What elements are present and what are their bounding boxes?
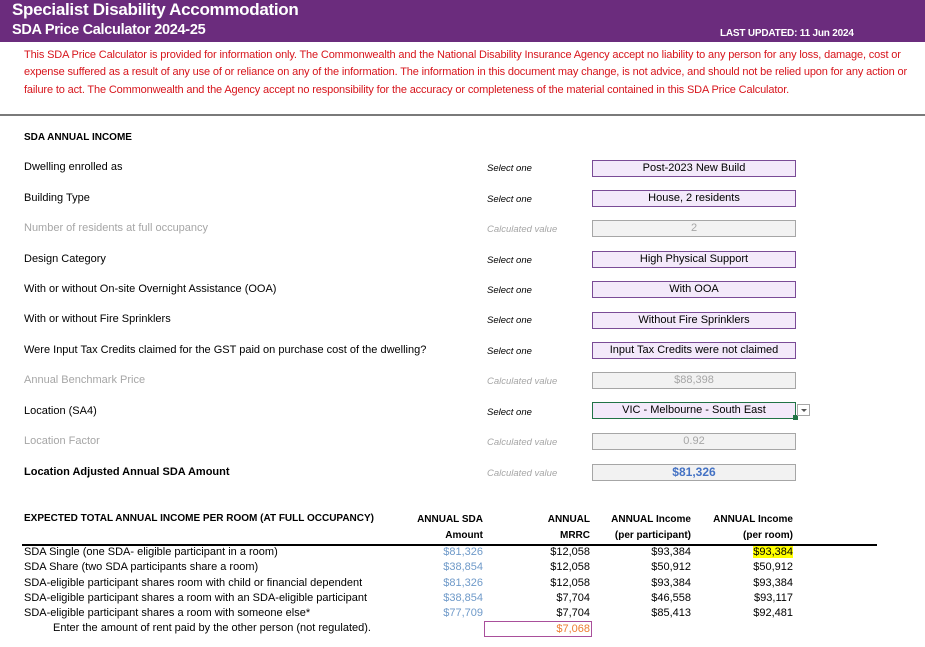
disclaimer-text: This SDA Price Calculator is provided fo…	[24, 49, 907, 96]
cell-income-per-room: $93,117	[754, 592, 793, 604]
hint-design-category: Select one	[487, 255, 532, 266]
dwelling-enrolled-select[interactable]: Post-2023 New Build	[592, 160, 796, 177]
row-label: SDA-eligible participant shares room wit…	[24, 577, 363, 589]
cell-annual-sda: $38,854	[443, 592, 483, 604]
cell-annual-sda: $81,326	[443, 577, 483, 589]
col-header-line1: ANNUAL SDA	[417, 514, 483, 525]
label-annual-benchmark-price: Annual Benchmark Price	[24, 374, 146, 386]
col-header-line1: ANNUAL Income	[611, 514, 691, 525]
row-label: SDA Share (two SDA participants share a …	[24, 561, 259, 573]
section-title-annual-income: SDA ANNUAL INCOME	[24, 132, 132, 143]
cell-annual-mrrc: $12,058	[550, 577, 590, 589]
cell-income-per-participant: $50,912	[651, 561, 691, 573]
fire-sprinklers-select[interactable]: Without Fire Sprinklers	[592, 312, 796, 329]
annual-benchmark-price-value: $88,398	[592, 372, 796, 389]
label-input-tax-credits: Were Input Tax Credits claimed for the G…	[24, 344, 427, 356]
app-subtitle: SDA Price Calculator 2024-25	[12, 22, 206, 38]
cell-annual-sda: $38,854	[443, 561, 483, 573]
hint-ooa: Select one	[487, 285, 532, 296]
input-tax-credits-select[interactable]: Input Tax Credits were not claimed	[592, 342, 796, 359]
hint-annual-benchmark-price: Calculated value	[487, 376, 558, 387]
app-title: Specialist Disability Accommodation	[12, 0, 299, 19]
cell-income-per-participant: $46,558	[651, 592, 691, 604]
cell-annual-mrrc: $7,704	[556, 607, 590, 619]
cell-annual-mrrc: $12,058	[550, 561, 590, 573]
cell-annual-mrrc: $7,704	[556, 592, 590, 604]
label-design-category: Design Category	[24, 253, 106, 265]
hint-location-factor: Calculated value	[487, 437, 558, 448]
highlighted-value: $93,384	[753, 546, 793, 558]
hint-building-type: Select one	[487, 194, 532, 205]
cell-annual-mrrc: $12,058	[550, 546, 590, 558]
cell-income-per-participant: $85,413	[651, 607, 691, 619]
hint-number-of-residents: Calculated value	[487, 224, 558, 235]
building-type-select[interactable]: House, 2 residents	[592, 190, 796, 207]
label-location-factor: Location Factor	[24, 435, 100, 447]
cell-income-per-participant: $93,384	[651, 577, 691, 589]
divider	[0, 114, 925, 116]
hint-dwelling-enrolled: Select one	[487, 163, 532, 174]
other-person-rent-input[interactable]: $7,068	[484, 621, 592, 637]
table-title: EXPECTED TOTAL ANNUAL INCOME PER ROOM (A…	[24, 513, 375, 524]
row-label: SDA-eligible participant shares a room w…	[24, 607, 311, 619]
cell-income-per-room: $92,481	[753, 607, 793, 619]
cell-income-per-room: $50,912	[753, 561, 793, 573]
col-header-line1: ANNUAL	[547, 514, 590, 525]
row-label: SDA-eligible participant shares a room w…	[24, 592, 367, 604]
header-banner: Specialist Disability Accommodation SDA …	[0, 0, 925, 42]
cell-annual-sda: $81,326	[443, 546, 483, 558]
chevron-down-icon[interactable]	[797, 404, 810, 416]
label-number-of-residents: Number of residents at full occupancy	[24, 222, 209, 234]
cell-annual-sda: $77,709	[443, 607, 483, 619]
ooa-select[interactable]: With OOA	[592, 281, 796, 298]
cell-income-per-room: $93,384	[700, 545, 793, 561]
label-ooa: With or without On-site Overnight Assist…	[24, 283, 277, 295]
last-updated: LAST UPDATED: 11 Jun 2024	[720, 28, 854, 39]
hint-location-adjusted-amount: Calculated value	[487, 468, 558, 479]
location-factor-value: 0.92	[592, 433, 796, 450]
rent-note: Enter the amount of rent paid by the oth…	[53, 622, 371, 634]
cell-income-per-room: $93,384	[753, 577, 793, 589]
label-location-adjusted-amount: Location Adjusted Annual SDA Amount	[24, 466, 230, 478]
cell-income-per-participant: $93,384	[651, 546, 691, 558]
location-adjusted-amount-value: $81,326	[592, 464, 796, 481]
col-header-line2: MRRC	[560, 530, 590, 541]
col-header-income-per-room: ANNUAL Income (per room)	[700, 512, 793, 544]
design-category-select[interactable]: High Physical Support	[592, 251, 796, 268]
row-label: SDA Single (one SDA- eligible participan…	[24, 546, 278, 558]
label-dwelling-enrolled: Dwelling enrolled as	[24, 161, 123, 173]
hint-input-tax-credits: Select one	[487, 346, 532, 357]
location-sa4-select[interactable]: VIC - Melbourne - South East	[592, 402, 796, 419]
col-header-line1: ANNUAL Income	[713, 514, 793, 525]
col-header-line2: (per participant)	[614, 530, 691, 541]
col-header-line2: Amount	[445, 530, 483, 541]
hint-location-sa4: Select one	[487, 407, 532, 418]
col-header-income-per-participant: ANNUAL Income (per participant)	[600, 512, 691, 544]
number-of-residents-value: 2	[592, 220, 796, 237]
label-fire-sprinklers: With or without Fire Sprinklers	[24, 313, 171, 325]
col-header-line2: (per room)	[743, 530, 793, 541]
hint-fire-sprinklers: Select one	[487, 315, 532, 326]
label-building-type: Building Type	[24, 192, 90, 204]
col-header-annual-sda: ANNUAL SDA Amount	[400, 512, 483, 544]
col-header-annual-mrrc: ANNUAL MRRC	[500, 512, 590, 544]
label-location-sa4: Location (SA4)	[24, 405, 97, 417]
